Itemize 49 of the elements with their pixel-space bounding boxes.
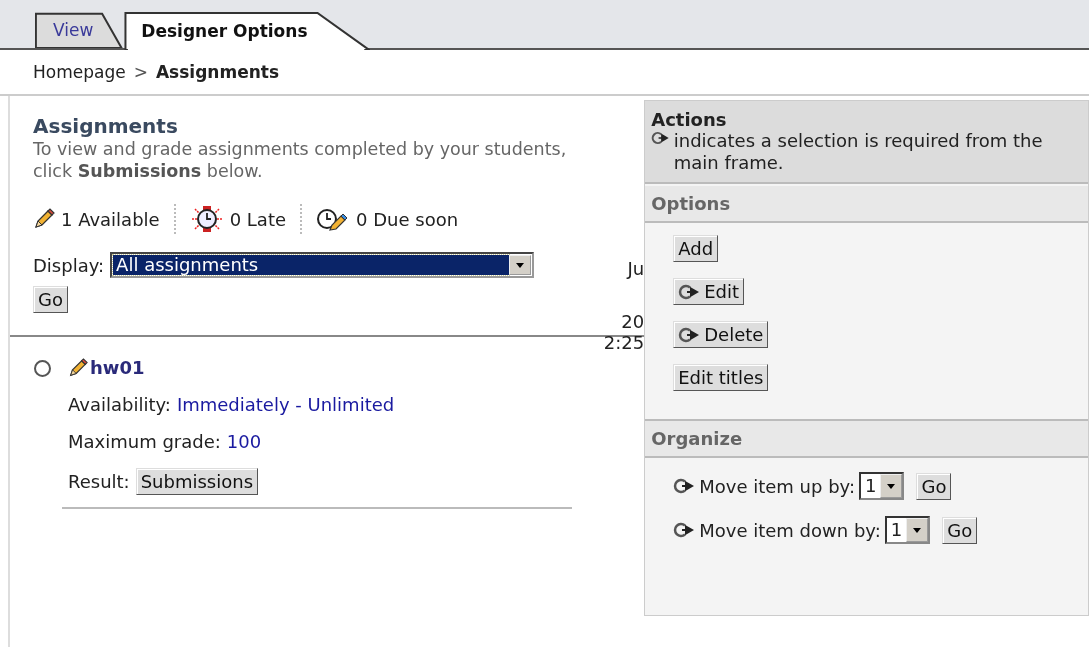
clipped-text: Ju — [627, 258, 645, 279]
page-title: Assignments — [33, 114, 179, 138]
move-select[interactable]: 1 — [884, 516, 931, 544]
selection-arrow-icon — [673, 478, 696, 494]
tab[interactable]: View — [35, 12, 124, 48]
action-button[interactable]: Add — [673, 235, 719, 262]
action-button[interactable]: Edit — [673, 278, 745, 305]
pencil-icon — [33, 208, 55, 230]
actions-title: Actions — [651, 109, 728, 130]
clipped-text: 2:25 — [603, 332, 645, 353]
caret-icon — [913, 527, 922, 533]
submissions-button[interactable]: Submissions — [135, 468, 259, 495]
move-label: Move item up by: — [699, 475, 855, 497]
radio-button[interactable] — [34, 360, 51, 377]
display-label: Display: — [33, 254, 105, 276]
selection-arrow-icon — [678, 283, 701, 300]
actions-note: indicates a selection is required from the main frame. — [673, 130, 1044, 174]
organize-heading: Organize — [645, 419, 1088, 458]
assignment-link[interactable]: hw01 — [68, 357, 645, 378]
breadcrumb-current: Assignments — [155, 62, 279, 82]
selection-arrow-icon — [673, 522, 696, 538]
selection-arrow-icon — [651, 130, 670, 146]
result-label: Result: — [68, 471, 130, 492]
availability-value: Immediately - Unlimited — [176, 394, 395, 415]
clipped-text: 20 — [621, 311, 645, 332]
alarm-clock-icon — [189, 205, 224, 233]
move-label: Move item down by: — [699, 519, 881, 541]
action-button[interactable]: Edit titles — [673, 364, 769, 391]
go-button[interactable]: Go — [942, 516, 978, 544]
display-select[interactable]: All assignments — [110, 252, 535, 278]
selection-arrow-icon — [678, 326, 701, 343]
caret-icon — [516, 262, 525, 268]
description-text: To view and grade assignments completed by your students, click Submissions below. — [33, 138, 568, 182]
status-count: 0 Late — [229, 208, 287, 230]
go-button[interactable]: Go — [916, 472, 952, 500]
grade-value: 100 — [226, 431, 262, 452]
grade-label: Maximum grade: — [68, 431, 221, 452]
action-button[interactable]: Delete — [673, 321, 769, 348]
availability-label: Availability: — [68, 394, 171, 415]
caret-icon — [887, 483, 896, 489]
move-select[interactable]: 1 — [859, 472, 905, 500]
go-button[interactable]: Go — [33, 286, 68, 313]
breadcrumb-separator: > — [133, 62, 148, 82]
status-count: 1 Available — [61, 208, 160, 230]
status-count: 0 Due soon — [356, 208, 459, 230]
tab[interactable]: Designer Options — [123, 12, 370, 50]
pencil-icon — [68, 357, 88, 378]
breadcrumb-link[interactable]: Homepage — [33, 62, 126, 82]
options-heading: Options — [645, 186, 1088, 223]
